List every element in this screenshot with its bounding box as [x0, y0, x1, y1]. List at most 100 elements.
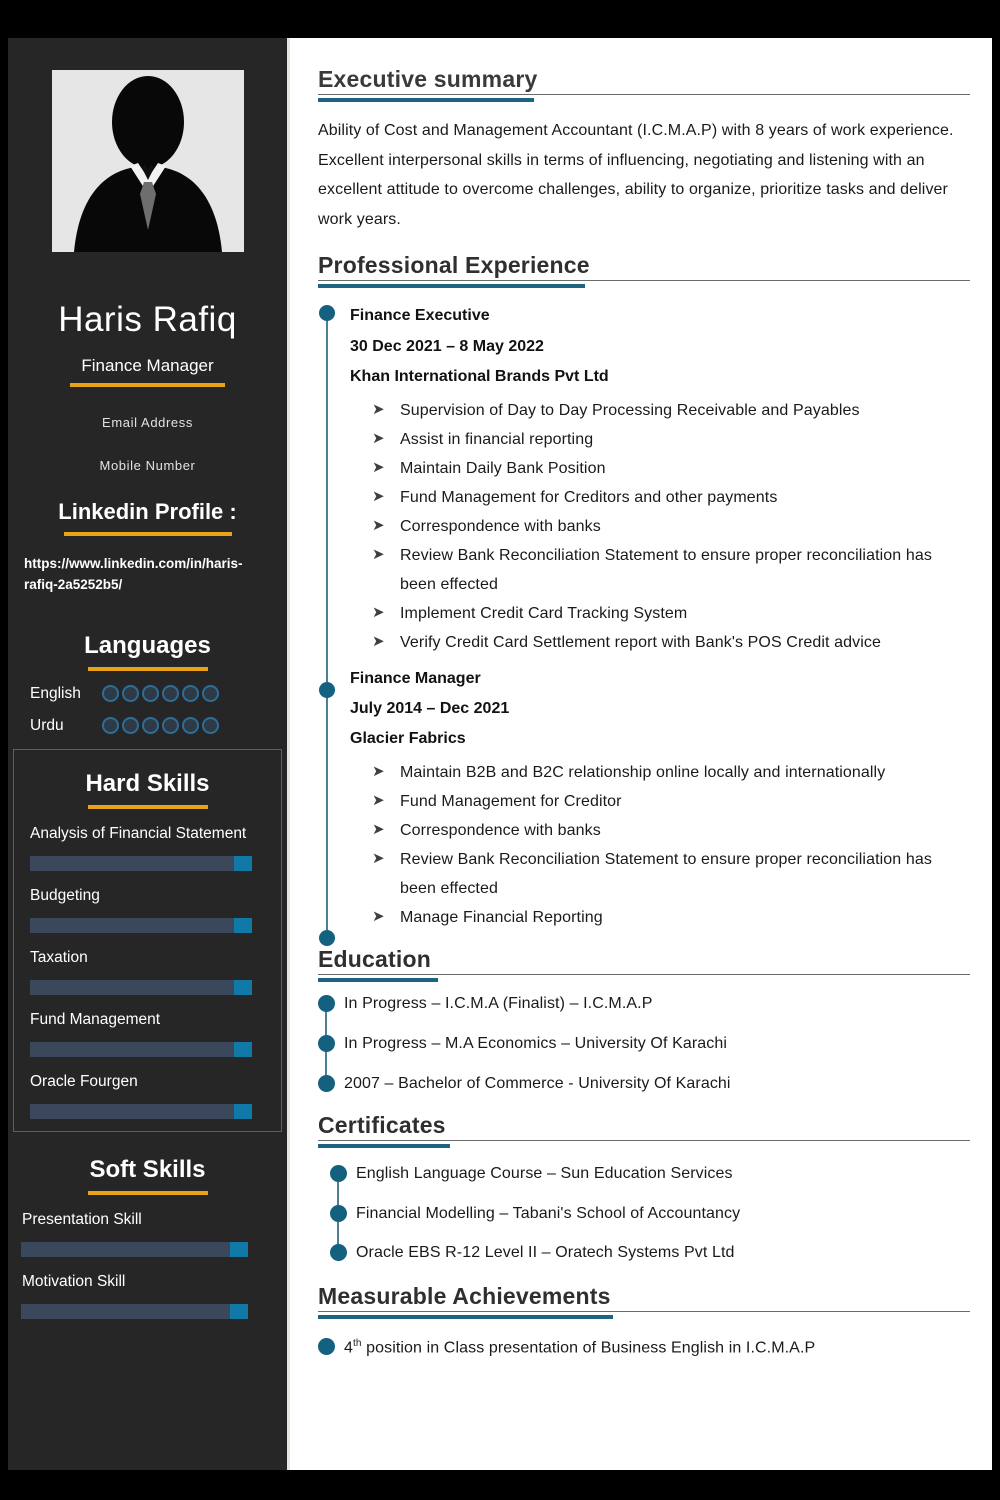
- person-silhouette-icon: [51, 70, 244, 252]
- main-content: Executive summary Ability of Cost and Ma…: [290, 38, 992, 1470]
- skill-bar-fill: [234, 855, 252, 871]
- section-title-professional-experience: Professional Experience: [318, 252, 590, 279]
- job-duty: ➤ Maintain B2B and B2C relationship onlin…: [350, 758, 970, 787]
- certificate-text: English Language Course – Sun Education …: [356, 1164, 733, 1182]
- achievement-item: 4th position in Class presentation of Bu…: [318, 1337, 970, 1359]
- rating-dot: [182, 717, 199, 735]
- hard-skills-divider: [87, 804, 208, 809]
- timeline-dot: [318, 1074, 335, 1092]
- job-duty-text: Maintain Daily Bank Position: [400, 459, 606, 477]
- certificates-list: English Language Course – Sun Education …: [318, 1164, 970, 1264]
- job-duty: ➤ Verify Credit Card Settlement report wi…: [350, 628, 970, 657]
- rating-dot: [202, 717, 219, 735]
- job-duty: ➤ Correspondence with banks: [350, 816, 970, 845]
- education-text: 2007 – Bachelor of Commerce - University…: [344, 1074, 731, 1092]
- soft-skills-heading: Soft Skills: [89, 1155, 206, 1183]
- job-duty-text: Review Bank Reconciliation Statement to …: [400, 547, 932, 594]
- avatar: [51, 70, 244, 252]
- title-underline: [318, 284, 585, 289]
- achievement-rank-suffix: th: [353, 1338, 362, 1350]
- arrow-bullet-icon: ➤: [372, 546, 385, 564]
- job-duty: ➤ Review Bank Reconciliation Statement to…: [350, 541, 970, 599]
- job-duty: ➤ Maintain Daily Bank Position: [350, 454, 970, 483]
- title-hairline: [318, 94, 970, 95]
- title-underline: [318, 98, 534, 102]
- soft-skills-divider: [87, 1190, 208, 1195]
- job-duty: ➤ Fund Management for Creditor: [350, 787, 970, 816]
- title-underline: [318, 1143, 450, 1148]
- job-duty-text: Verify Credit Card Settlement report wit…: [400, 634, 881, 652]
- timeline-dot: [319, 305, 335, 322]
- timeline-dot: [318, 1035, 335, 1053]
- timeline-spine: [326, 313, 328, 933]
- education-text: In Progress – I.C.M.A (Finalist) – I.C.M…: [344, 995, 653, 1013]
- rating-dot: [182, 685, 199, 703]
- mobile-label: Mobile Number: [99, 458, 196, 473]
- certificate-text: Oracle EBS R-12 Level II – Oratech Syste…: [356, 1244, 735, 1262]
- timeline-dot: [330, 1244, 347, 1262]
- section-title-certificates: Certificates: [318, 1111, 446, 1138]
- languages-divider: [87, 666, 208, 671]
- skill-bar: [30, 917, 252, 933]
- job-duty: ➤ Review Bank Reconciliation Statement to…: [350, 845, 970, 903]
- section-title-education: Education: [318, 946, 431, 973]
- timeline-dot: [318, 995, 335, 1013]
- job-duty: ➤ Supervision of Day to Day Processing Re…: [350, 396, 970, 425]
- job-title: Finance Executive: [350, 307, 490, 325]
- rating-dot: [162, 717, 179, 735]
- executive-summary-body: Ability of Cost and Management Accountan…: [318, 122, 954, 228]
- arrow-bullet-icon: ➤: [372, 487, 385, 505]
- title-hairline: [318, 1311, 970, 1313]
- achievement-text: position in Class presentation of Busine…: [361, 1339, 816, 1357]
- job-duty: ➤ Implement Credit Card Tracking System: [350, 599, 970, 628]
- rating-dot: [122, 717, 139, 735]
- job-title: Finance Manager: [350, 669, 481, 687]
- rating-dot: [102, 717, 119, 735]
- certificate-text: Financial Modelling – Tabani's School of…: [356, 1204, 741, 1222]
- linkedin-heading: Linkedin Profile :: [58, 499, 237, 524]
- timeline-dot: [318, 1338, 335, 1356]
- education-item: In Progress – M.A Economics – University…: [318, 1034, 970, 1055]
- skill-bar: [30, 979, 252, 995]
- arrow-bullet-icon: ➤: [372, 850, 385, 868]
- skill-bar-fill: [234, 979, 252, 995]
- skill-bar: [30, 1041, 252, 1057]
- hard-skills-heading: Hard Skills: [85, 769, 210, 797]
- email-label: Email Address: [102, 415, 193, 430]
- section-title-measurable-achievements: Measurable Achievements: [318, 1283, 611, 1310]
- full-name: Haris Rafiq: [58, 300, 237, 339]
- job-duty-list: ➤ Maintain B2B and B2C relationship onlin…: [350, 758, 970, 933]
- job-duty: ➤ Fund Management for Creditors and other…: [350, 483, 970, 512]
- achievement-rank: 4: [344, 1339, 353, 1357]
- job-duty-text: Correspondence with banks: [400, 821, 601, 839]
- rating-dot: [102, 685, 119, 703]
- section-title-executive-summary: Executive summary: [318, 66, 538, 92]
- soft-skills-panel: Soft Skills Presentation Skill Motivatio…: [8, 1156, 287, 1329]
- certificate-item: Oracle EBS R-12 Level II – Oratech Syste…: [318, 1243, 970, 1264]
- skill-bar: [21, 1303, 248, 1319]
- skill-bar-fill: [234, 1041, 252, 1057]
- arrow-bullet-icon: ➤: [372, 400, 385, 418]
- rating-dot: [162, 685, 179, 703]
- job-company: Glacier Fabrics: [350, 730, 466, 748]
- timeline-dot: [319, 930, 335, 947]
- skill-label: Budgeting: [30, 886, 100, 904]
- title-hairline: [318, 280, 970, 282]
- timeline-dot: [330, 1164, 347, 1182]
- achievements-list: 4th position in Class presentation of Bu…: [318, 1337, 970, 1359]
- arrow-bullet-icon: ➤: [372, 762, 385, 780]
- rating-dot: [142, 685, 159, 703]
- language-label: English: [30, 684, 81, 702]
- education-item: In Progress – I.C.M.A (Finalist) – I.C.M…: [318, 994, 970, 1015]
- job-duty-text: Manage Financial Reporting: [400, 909, 603, 927]
- experience-item: Finance Executive 30 Dec 2021 – 8 May 20…: [350, 301, 970, 657]
- experience-timeline: Finance Executive 30 Dec 2021 – 8 May 20…: [318, 301, 970, 947]
- education-text: In Progress – M.A Economics – University…: [344, 1035, 728, 1053]
- skill-label: Fund Management: [30, 1010, 161, 1028]
- linkedin-url[interactable]: https://www.linkedin.com/in/haris-rafiq-…: [8, 536, 287, 596]
- job-role: Finance Manager: [81, 356, 214, 375]
- rating-dot: [202, 685, 219, 703]
- education-item: 2007 – Bachelor of Commerce - University…: [318, 1074, 970, 1095]
- language-rating-dots: [102, 717, 219, 735]
- job-duty-text: Assist in financial reporting: [400, 430, 594, 448]
